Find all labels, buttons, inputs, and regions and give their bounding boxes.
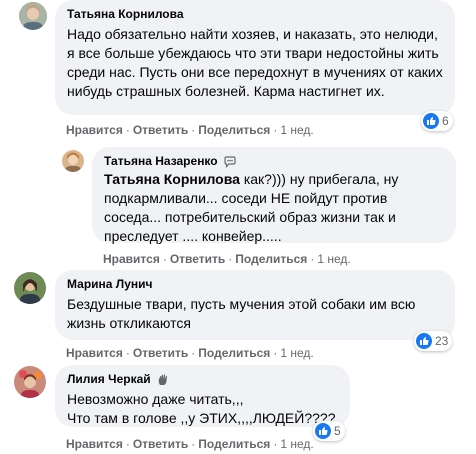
mention-link[interactable]: Татьяна Корнилова — [104, 171, 240, 187]
reaction-count: 23 — [435, 334, 449, 348]
separator-dot: · — [125, 346, 130, 360]
reply-button[interactable]: Ответить — [170, 252, 225, 266]
avatar-photo — [19, 2, 47, 30]
like-icon — [315, 423, 331, 439]
comment-actions: Нравится · Ответить · Поделиться · 1 нед. — [66, 122, 314, 138]
avatar[interactable] — [19, 2, 47, 30]
reaction-summary[interactable]: 5 — [313, 421, 345, 441]
separator-dot: · — [273, 437, 278, 451]
comment-text: Татьяна Корнилова как?))) ну прибегала, … — [104, 170, 444, 246]
like-icon — [423, 113, 439, 129]
share-button[interactable]: Поделиться — [198, 346, 270, 360]
comment-actions: Нравится · Ответить · Поделиться · 1 нед. — [66, 345, 314, 361]
like-button[interactable]: Нравится — [66, 123, 123, 137]
avatar[interactable] — [14, 366, 46, 398]
share-button[interactable]: Поделиться — [198, 437, 270, 451]
avatar-photo — [62, 150, 84, 172]
separator-dot: · — [162, 252, 167, 266]
separator-dot: · — [125, 123, 130, 137]
comment-author: Лилия Черкай — [67, 371, 170, 387]
comment-actions: Нравится · Ответить · Поделиться · 1 нед. — [66, 436, 314, 452]
reaction-summary[interactable]: 6 — [421, 111, 453, 131]
share-button[interactable]: Поделиться — [235, 252, 307, 266]
separator-dot: · — [310, 252, 315, 266]
comment-text: Бездушные твари, пусть мучения этой соба… — [67, 296, 420, 331]
comment-timestamp[interactable]: 1 нед. — [280, 346, 313, 360]
waving-hand-icon — [158, 374, 167, 386]
comment-timestamp[interactable]: 1 нед. — [280, 123, 313, 137]
separator-dot: · — [273, 346, 278, 360]
chat-bubble-icon — [224, 156, 236, 168]
comment-author[interactable]: Марина Лунич — [67, 276, 152, 292]
comment-author: Татьяна Назаренко — [104, 153, 236, 169]
like-icon — [416, 333, 432, 349]
comment-text: Надо обязательно найти хозяев, и наказат… — [67, 26, 447, 99]
reaction-count: 5 — [334, 424, 341, 438]
comment-3: Марина Лунич Бездушные твари, пусть муче… — [0, 265, 476, 360]
comment-bubble: Татьяна Назаренко Татьяна Корнилова как?… — [92, 147, 456, 246]
comment-timestamp[interactable]: 1 нед. — [280, 437, 313, 451]
separator-dot: · — [228, 252, 233, 266]
comment-text: Невозможно даже читать,,, Что там в голо… — [67, 391, 336, 426]
avatar-photo — [14, 366, 46, 398]
comment-2: Татьяна Назаренко Татьяна Корнилова как?… — [0, 145, 476, 266]
comment-bubble: Лилия Черкай Невозможно даже читать,,, Ч… — [55, 365, 350, 427]
reply-button[interactable]: Ответить — [133, 346, 188, 360]
separator-dot: · — [191, 346, 196, 360]
separator-dot: · — [273, 123, 278, 137]
separator-dot: · — [191, 437, 196, 451]
comment-timestamp[interactable]: 1 нед. — [317, 252, 350, 266]
comment-4: Лилия Черкай Невозможно даже читать,,, Ч… — [0, 360, 476, 454]
reaction-summary[interactable]: 23 — [414, 331, 453, 351]
reaction-count: 6 — [442, 114, 449, 128]
separator-dot: · — [125, 437, 130, 451]
avatar[interactable] — [14, 272, 46, 304]
comment-bubble: Марина Лунич Бездушные твари, пусть муче… — [55, 270, 455, 340]
like-button[interactable]: Нравится — [103, 252, 160, 266]
share-button[interactable]: Поделиться — [198, 123, 270, 137]
comment-bubble: Татьяна Корнилова Надо обязательно найти… — [55, 0, 455, 115]
reply-button[interactable]: Ответить — [133, 437, 188, 451]
avatar-photo — [14, 272, 46, 304]
like-button[interactable]: Нравится — [66, 437, 123, 451]
author-name[interactable]: Татьяна Назаренко — [104, 154, 218, 168]
like-button[interactable]: Нравится — [66, 346, 123, 360]
reply-button[interactable]: Ответить — [133, 123, 188, 137]
author-name[interactable]: Лилия Черкай — [67, 372, 151, 386]
separator-dot: · — [191, 123, 196, 137]
avatar[interactable] — [62, 150, 84, 172]
comment-author[interactable]: Татьяна Корнилова — [67, 6, 184, 22]
comment-1: Татьяна Корнилова Надо обязательно найти… — [0, 0, 476, 145]
